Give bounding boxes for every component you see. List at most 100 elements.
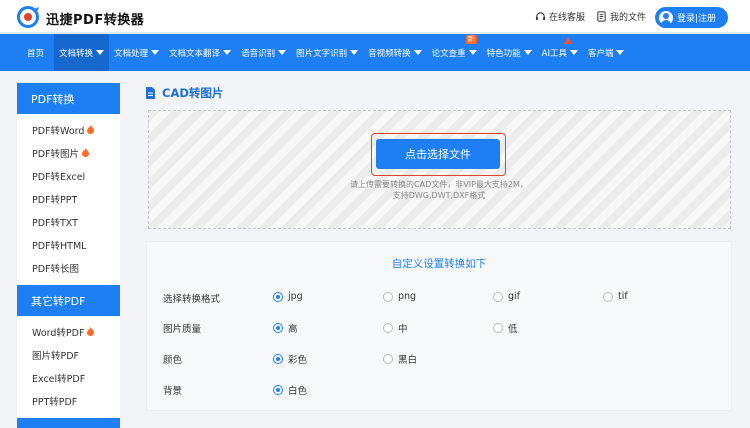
sidebar-item-pdf-to-txt[interactable]: PDF转TXT: [17, 210, 120, 233]
color-option-color[interactable]: 彩色: [273, 352, 307, 366]
fire-icon: [87, 327, 95, 336]
new-badge: 新: [465, 35, 477, 44]
sidebar-section-pdf-convert: PDF转换: [17, 83, 120, 114]
nav-item-speech[interactable]: 语音识别: [236, 34, 291, 71]
background-option-white[interactable]: 白色: [273, 383, 307, 397]
nav-label: 文档文本翻译: [169, 48, 221, 59]
radio-unchecked[interactable]: [603, 291, 613, 302]
sidebar-item-pdf-to-excel[interactable]: PDF转Excel: [17, 164, 120, 187]
sidebar-item-pdf-to-long-image[interactable]: PDF转长图: [17, 256, 120, 279]
format-option-tif[interactable]: tif: [603, 291, 628, 302]
nav-item-thesis-check[interactable]: 论文查重 新: [427, 34, 482, 71]
caret-down-icon: [523, 50, 532, 55]
nav-label: 语音识别: [241, 48, 276, 59]
sidebar-item-label: PDF转Excel: [32, 171, 86, 183]
sidebar-item-pdf-to-html[interactable]: PDF转HTML: [17, 233, 120, 256]
nav-item-client[interactable]: 客户端: [583, 34, 630, 71]
caret-down-icon: [569, 50, 578, 55]
sidebar-item-excel-to-pdf[interactable]: Excel转PDF: [17, 366, 120, 389]
sidebar-item-label: PDF转HTML: [32, 240, 87, 252]
nav-item-translate[interactable]: 文档文本翻译: [164, 34, 236, 71]
sidebar-item-label: PDF转PPT: [32, 194, 78, 206]
nav-label: AI工具: [541, 48, 567, 59]
option-label: tif: [618, 291, 628, 302]
my-files-link[interactable]: 我的文件: [596, 10, 646, 23]
document-icon: [597, 11, 606, 22]
radio-unchecked[interactable]: [493, 323, 503, 333]
radio-unchecked[interactable]: [383, 354, 393, 364]
format-option-png[interactable]: png: [383, 291, 416, 302]
radio-unchecked[interactable]: [383, 323, 393, 333]
sidebar-item-word-to-pdf[interactable]: Word转PDF: [17, 320, 120, 343]
choose-file-button[interactable]: 点击选择文件: [376, 139, 500, 169]
caret-down-icon: [223, 50, 232, 55]
quality-option-medium[interactable]: 中: [383, 321, 408, 335]
caret-down-icon: [413, 50, 422, 55]
sidebar-item-label: PDF转图片: [32, 148, 80, 160]
quality-option-high[interactable]: 高: [273, 321, 298, 335]
my-files-label: 我的文件: [610, 13, 647, 23]
nav-label: 图片文字识别: [296, 48, 348, 59]
option-label: jpg: [288, 291, 303, 302]
sidebar-section-more: [17, 418, 120, 428]
login-register-button[interactable]: 登录|注册: [655, 7, 728, 28]
caret-down-icon: [151, 50, 160, 55]
format-option-gif[interactable]: gif: [493, 291, 520, 302]
headset-icon: [535, 12, 546, 21]
nav-label: 文档转换: [59, 48, 94, 59]
sidebar-item-image-to-pdf[interactable]: 图片转PDF: [17, 343, 120, 366]
sidebar-item-pdf-to-word[interactable]: PDF转Word: [17, 118, 120, 141]
radio-checked[interactable]: [273, 291, 283, 302]
sidebar: PDF转换 PDF转Word PDF转图片 PDF转Excel PDF转PPT …: [17, 83, 120, 428]
caret-down-icon: [96, 50, 105, 55]
nav-label: 客户端: [587, 48, 614, 59]
quality-option-low[interactable]: 低: [493, 321, 518, 335]
top-header: 迅捷PDF转换器 在线客服 我的文件 登录|注册: [0, 0, 750, 33]
radio-checked[interactable]: [273, 354, 283, 364]
color-option-bw[interactable]: 黑白: [383, 352, 417, 366]
main-nav: 首页 文档转换 文档处理 文档文本翻译 语音识别 图片文字识别 音视频转换 论文…: [0, 34, 750, 71]
radio-unchecked[interactable]: [383, 291, 393, 302]
brand-name[interactable]: 迅捷PDF转换器: [46, 9, 144, 28]
option-label: 高: [288, 324, 298, 335]
caret-down-icon: [350, 50, 359, 55]
brand-logo-icon[interactable]: [17, 6, 41, 28]
sidebar-item-pdf-to-image[interactable]: PDF转图片: [17, 141, 120, 164]
sidebar-item-label: PDF转TXT: [32, 217, 78, 229]
nav-label: 特色功能: [486, 48, 521, 59]
nav-label: 音视频转换: [368, 48, 411, 59]
nav-item-features[interactable]: 特色功能: [482, 34, 537, 71]
nav-item-ai-tools[interactable]: AI工具: [537, 34, 583, 71]
sidebar-item-label: PPT转PDF: [32, 396, 78, 408]
avatar-icon: [659, 10, 673, 25]
quality-label: 图片质量: [163, 324, 202, 335]
nav-item-doc-process[interactable]: 文档处理: [109, 34, 164, 71]
sidebar-item-ppt-to-pdf[interactable]: PPT转PDF: [17, 389, 120, 412]
radio-unchecked[interactable]: [493, 291, 503, 302]
upload-hint-line1: 请上传需要转换的CAD文件，非VIP最大支持2M，: [350, 180, 528, 189]
radio-checked[interactable]: [273, 385, 283, 395]
sidebar-item-label: PDF转长图: [32, 263, 80, 275]
upload-hint: 请上传需要转换的CAD文件，非VIP最大支持2M， 支持DWG,DWT,DXF格…: [300, 179, 578, 201]
nav-item-ocr[interactable]: 图片文字识别: [291, 34, 363, 71]
upload-hint-line2: 支持DWG,DWT,DXF格式: [392, 191, 486, 200]
nav-label: 首页: [27, 48, 45, 59]
customer-service-label: 在线客服: [549, 13, 586, 23]
sidebar-section-other-to-pdf: 其它转PDF: [17, 285, 120, 316]
nav-item-home[interactable]: 首页: [21, 34, 54, 71]
page-title: CAD转图片: [162, 86, 224, 100]
sidebar-item-label: PDF转Word: [32, 125, 85, 137]
option-label: png: [398, 291, 417, 302]
option-label: 白色: [288, 386, 308, 397]
sidebar-item-pdf-to-ppt[interactable]: PDF转PPT: [17, 187, 120, 210]
option-label: 低: [508, 324, 518, 335]
color-label: 颜色: [163, 355, 183, 366]
file-icon: [146, 87, 155, 99]
nav-item-av-convert[interactable]: 音视频转换: [363, 34, 427, 71]
format-option-jpg[interactable]: jpg: [273, 291, 303, 302]
radio-checked[interactable]: [273, 323, 283, 333]
sidebar-item-label: 图片转PDF: [32, 350, 80, 362]
nav-item-doc-convert[interactable]: 文档转换: [54, 34, 110, 71]
background-label: 背景: [163, 386, 183, 397]
customer-service-link[interactable]: 在线客服: [535, 10, 585, 23]
